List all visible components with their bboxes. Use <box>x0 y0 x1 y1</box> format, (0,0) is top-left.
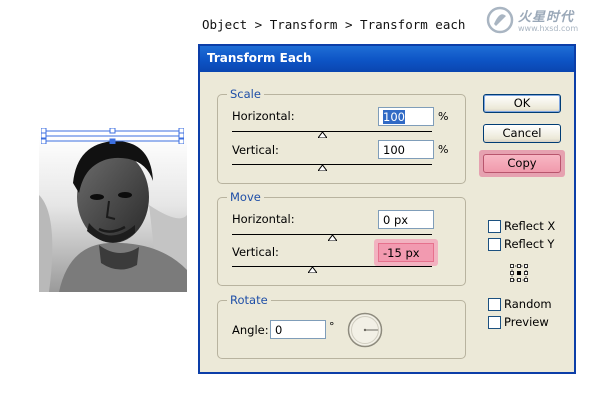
watermark-text: 火星时代 <box>518 10 575 25</box>
cancel-button[interactable]: Cancel <box>483 124 561 143</box>
angle-label: Angle: <box>232 323 269 337</box>
move-vertical-label: Vertical: <box>232 245 279 259</box>
watermark-logo-icon <box>486 6 514 34</box>
scale-vertical-input[interactable]: 100 <box>378 140 434 159</box>
scale-vertical-slider-track[interactable] <box>232 164 432 165</box>
scale-horizontal-slider-track[interactable] <box>232 131 432 132</box>
scale-horizontal-value: 100 <box>383 110 405 124</box>
watermark: 火星时代 www.hxsd.com <box>486 4 596 38</box>
scale-vertical-unit: % <box>438 143 449 156</box>
rotate-group: Rotate Angle: 0 ° <box>217 293 466 359</box>
random-label: Random <box>504 297 552 311</box>
selection-bounding-box-icon[interactable] <box>41 128 184 144</box>
scale-vertical-slider-thumb[interactable] <box>317 165 327 171</box>
rotate-legend: Rotate <box>227 293 271 307</box>
reflect-y-label: Reflect Y <box>504 237 555 251</box>
angle-unit: ° <box>329 320 335 333</box>
move-group: Move Horizontal: 0 px Vertical: -15 px <box>217 190 466 286</box>
move-vertical-slider-thumb[interactable] <box>307 267 317 273</box>
move-horizontal-slider-thumb[interactable] <box>327 235 337 241</box>
reflect-x-label: Reflect X <box>504 219 556 233</box>
move-horizontal-label: Horizontal: <box>232 212 295 226</box>
watermark-url: www.hxsd.com <box>518 24 579 33</box>
random-checkbox[interactable] <box>488 298 501 311</box>
move-vertical-slider-track[interactable] <box>232 266 432 267</box>
dialog-title: Transform Each <box>207 51 312 65</box>
scale-vertical-label: Vertical: <box>232 143 279 157</box>
move-horizontal-input[interactable]: 0 px <box>378 210 434 229</box>
scale-horizontal-label: Horizontal: <box>232 109 295 123</box>
angle-dial-icon[interactable] <box>347 312 383 348</box>
transform-each-dialog: Transform Each Scale Horizontal: 100 % V… <box>198 44 576 374</box>
move-vertical-input[interactable]: -15 px <box>378 243 434 262</box>
move-legend: Move <box>227 190 264 204</box>
scale-horizontal-slider-thumb[interactable] <box>317 132 327 138</box>
scale-horizontal-unit: % <box>438 110 449 123</box>
ok-button[interactable]: OK <box>483 94 561 113</box>
copy-button[interactable]: Copy <box>483 154 561 173</box>
portrait-photo <box>39 135 187 292</box>
preview-checkbox[interactable] <box>488 316 501 329</box>
reflect-y-checkbox[interactable] <box>488 238 501 251</box>
reflect-x-checkbox[interactable] <box>488 220 501 233</box>
scale-legend: Scale <box>227 87 264 101</box>
scale-horizontal-input[interactable]: 100 <box>378 107 434 126</box>
reference-point-locator-icon[interactable] <box>510 264 528 282</box>
dialog-title-bar[interactable]: Transform Each <box>200 46 574 72</box>
menu-path-caption: Object > Transform > Transform each <box>202 17 466 32</box>
scale-group: Scale Horizontal: 100 % Vertical: 100 % <box>217 87 466 184</box>
preview-label: Preview <box>504 315 549 329</box>
angle-input[interactable]: 0 <box>270 320 326 339</box>
